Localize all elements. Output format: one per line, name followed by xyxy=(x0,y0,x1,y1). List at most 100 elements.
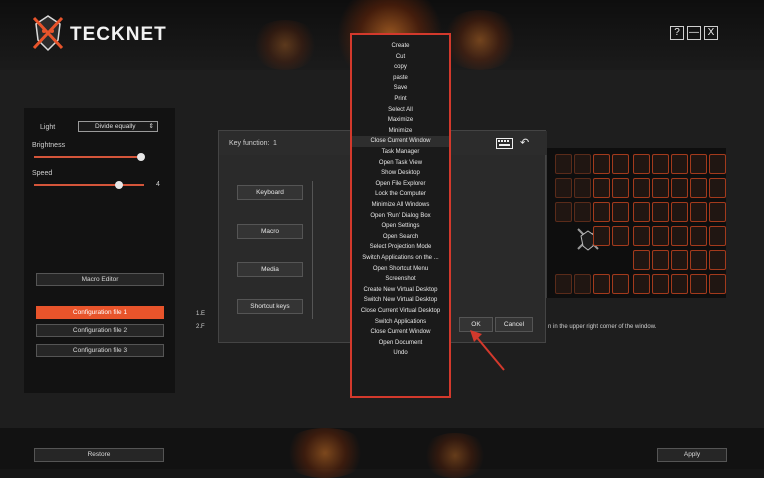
key[interactable] xyxy=(690,178,707,198)
dropdown-option[interactable]: Select Projection Mode xyxy=(352,242,449,253)
dropdown-option[interactable]: Screenshot xyxy=(352,274,449,285)
key[interactable] xyxy=(593,178,610,198)
dropdown-option[interactable]: Select All xyxy=(352,105,449,116)
key[interactable] xyxy=(652,154,669,174)
key[interactable] xyxy=(652,250,669,270)
key[interactable] xyxy=(593,202,610,222)
dropdown-option[interactable]: Switch Applications on the ... xyxy=(352,253,449,264)
tab-media[interactable]: Media xyxy=(237,262,303,277)
key[interactable] xyxy=(671,178,688,198)
key[interactable] xyxy=(555,154,572,174)
key[interactable] xyxy=(671,250,688,270)
key[interactable] xyxy=(690,250,707,270)
dropdown-option[interactable]: Open Search xyxy=(352,232,449,243)
key[interactable] xyxy=(593,154,610,174)
shortcut-dropdown[interactable]: Create Cut copy paste Save Print Select All Max… xyxy=(350,33,451,398)
key[interactable] xyxy=(633,274,650,294)
dropdown-option[interactable]: Undo xyxy=(352,348,449,359)
key[interactable] xyxy=(709,202,726,222)
key[interactable] xyxy=(574,178,591,198)
configuration-file-2-button[interactable]: Configuration file 2 xyxy=(36,324,164,337)
dropdown-option[interactable]: Lock the Computer xyxy=(352,189,449,200)
light-mode-select[interactable]: Divide equally ⇕ xyxy=(78,121,158,132)
key[interactable] xyxy=(593,226,610,246)
key[interactable] xyxy=(633,154,650,174)
speed-slider-knob[interactable] xyxy=(114,181,123,189)
apply-button[interactable]: Apply xyxy=(657,448,727,462)
key[interactable] xyxy=(690,274,707,294)
tab-keyboard[interactable]: Keyboard xyxy=(237,185,303,200)
key[interactable] xyxy=(690,226,707,246)
key[interactable] xyxy=(574,202,591,222)
dropdown-option[interactable]: Create xyxy=(352,41,449,52)
brightness-slider[interactable] xyxy=(34,156,144,158)
key[interactable] xyxy=(633,250,650,270)
dropdown-option[interactable]: Open 'Run' Dialog Box xyxy=(352,211,449,222)
dropdown-option[interactable]: Open File Explorer xyxy=(352,179,449,190)
dropdown-option[interactable]: paste xyxy=(352,73,449,84)
dropdown-option[interactable]: Close Current Virtual Desktop xyxy=(352,306,449,317)
key[interactable] xyxy=(671,154,688,174)
dropdown-option[interactable]: copy xyxy=(352,62,449,73)
key[interactable] xyxy=(612,274,629,294)
key[interactable] xyxy=(612,202,629,222)
tab-macro[interactable]: Macro xyxy=(237,224,303,239)
key[interactable] xyxy=(555,202,572,222)
key[interactable] xyxy=(593,274,610,294)
key[interactable] xyxy=(574,154,591,174)
dropdown-option[interactable]: Close Current Window xyxy=(352,327,449,338)
key[interactable] xyxy=(671,202,688,222)
key[interactable] xyxy=(652,226,669,246)
restore-button[interactable]: Restore xyxy=(34,448,164,462)
key[interactable] xyxy=(555,274,572,294)
configuration-file-3-button[interactable]: Configuration file 3 xyxy=(36,344,164,357)
key[interactable] xyxy=(652,202,669,222)
configuration-file-1-button[interactable]: Configuration file 1 xyxy=(36,306,164,319)
key[interactable] xyxy=(652,178,669,198)
key[interactable] xyxy=(555,178,572,198)
dropdown-option[interactable]: Switch Applications xyxy=(352,317,449,328)
undo-icon[interactable]: ↶ xyxy=(520,136,529,149)
brightness-slider-knob[interactable] xyxy=(136,153,145,161)
key[interactable] xyxy=(612,226,629,246)
dropdown-option[interactable]: Switch New Virtual Desktop xyxy=(352,295,449,306)
dropdown-option[interactable]: Open Shortcut Menu xyxy=(352,264,449,275)
key[interactable] xyxy=(652,274,669,294)
dropdown-option[interactable]: Open Settings xyxy=(352,221,449,232)
dropdown-option[interactable]: Show Desktop xyxy=(352,168,449,179)
dropdown-option[interactable]: Create New Virtual Desktop xyxy=(352,285,449,296)
macro-editor-button[interactable]: Macro Editor xyxy=(36,273,164,286)
close-button[interactable]: X xyxy=(704,26,718,40)
dropdown-option[interactable]: Open Document xyxy=(352,338,449,349)
key[interactable] xyxy=(574,274,591,294)
dropdown-option[interactable]: Print xyxy=(352,94,449,105)
key[interactable] xyxy=(612,154,629,174)
tab-shortcut-keys[interactable]: Shortcut keys xyxy=(237,299,303,314)
keyboard-icon[interactable] xyxy=(496,138,513,149)
key[interactable] xyxy=(612,178,629,198)
key[interactable] xyxy=(671,226,688,246)
key[interactable] xyxy=(690,154,707,174)
key[interactable] xyxy=(690,202,707,222)
dropdown-option[interactable]: Maximize xyxy=(352,115,449,126)
key[interactable] xyxy=(633,202,650,222)
dropdown-option[interactable]: Minimize xyxy=(352,126,449,137)
key[interactable] xyxy=(709,250,726,270)
key[interactable] xyxy=(709,274,726,294)
help-button[interactable]: ? xyxy=(670,26,684,40)
key[interactable] xyxy=(709,154,726,174)
key[interactable] xyxy=(709,178,726,198)
dropdown-option[interactable]: Minimize All Windows xyxy=(352,200,449,211)
key[interactable] xyxy=(633,226,650,246)
minimize-button[interactable]: — xyxy=(687,26,701,40)
speed-slider[interactable] xyxy=(34,184,144,186)
dropdown-option[interactable]: Task Manager xyxy=(352,147,449,158)
keyboard-preview xyxy=(546,148,726,298)
dropdown-option[interactable]: Close Current Window xyxy=(352,136,449,147)
dropdown-option[interactable]: Cut xyxy=(352,52,449,63)
key[interactable] xyxy=(633,178,650,198)
key[interactable] xyxy=(709,226,726,246)
key[interactable] xyxy=(671,274,688,294)
dropdown-option[interactable]: Save xyxy=(352,83,449,94)
dropdown-option[interactable]: Open Task View xyxy=(352,158,449,169)
